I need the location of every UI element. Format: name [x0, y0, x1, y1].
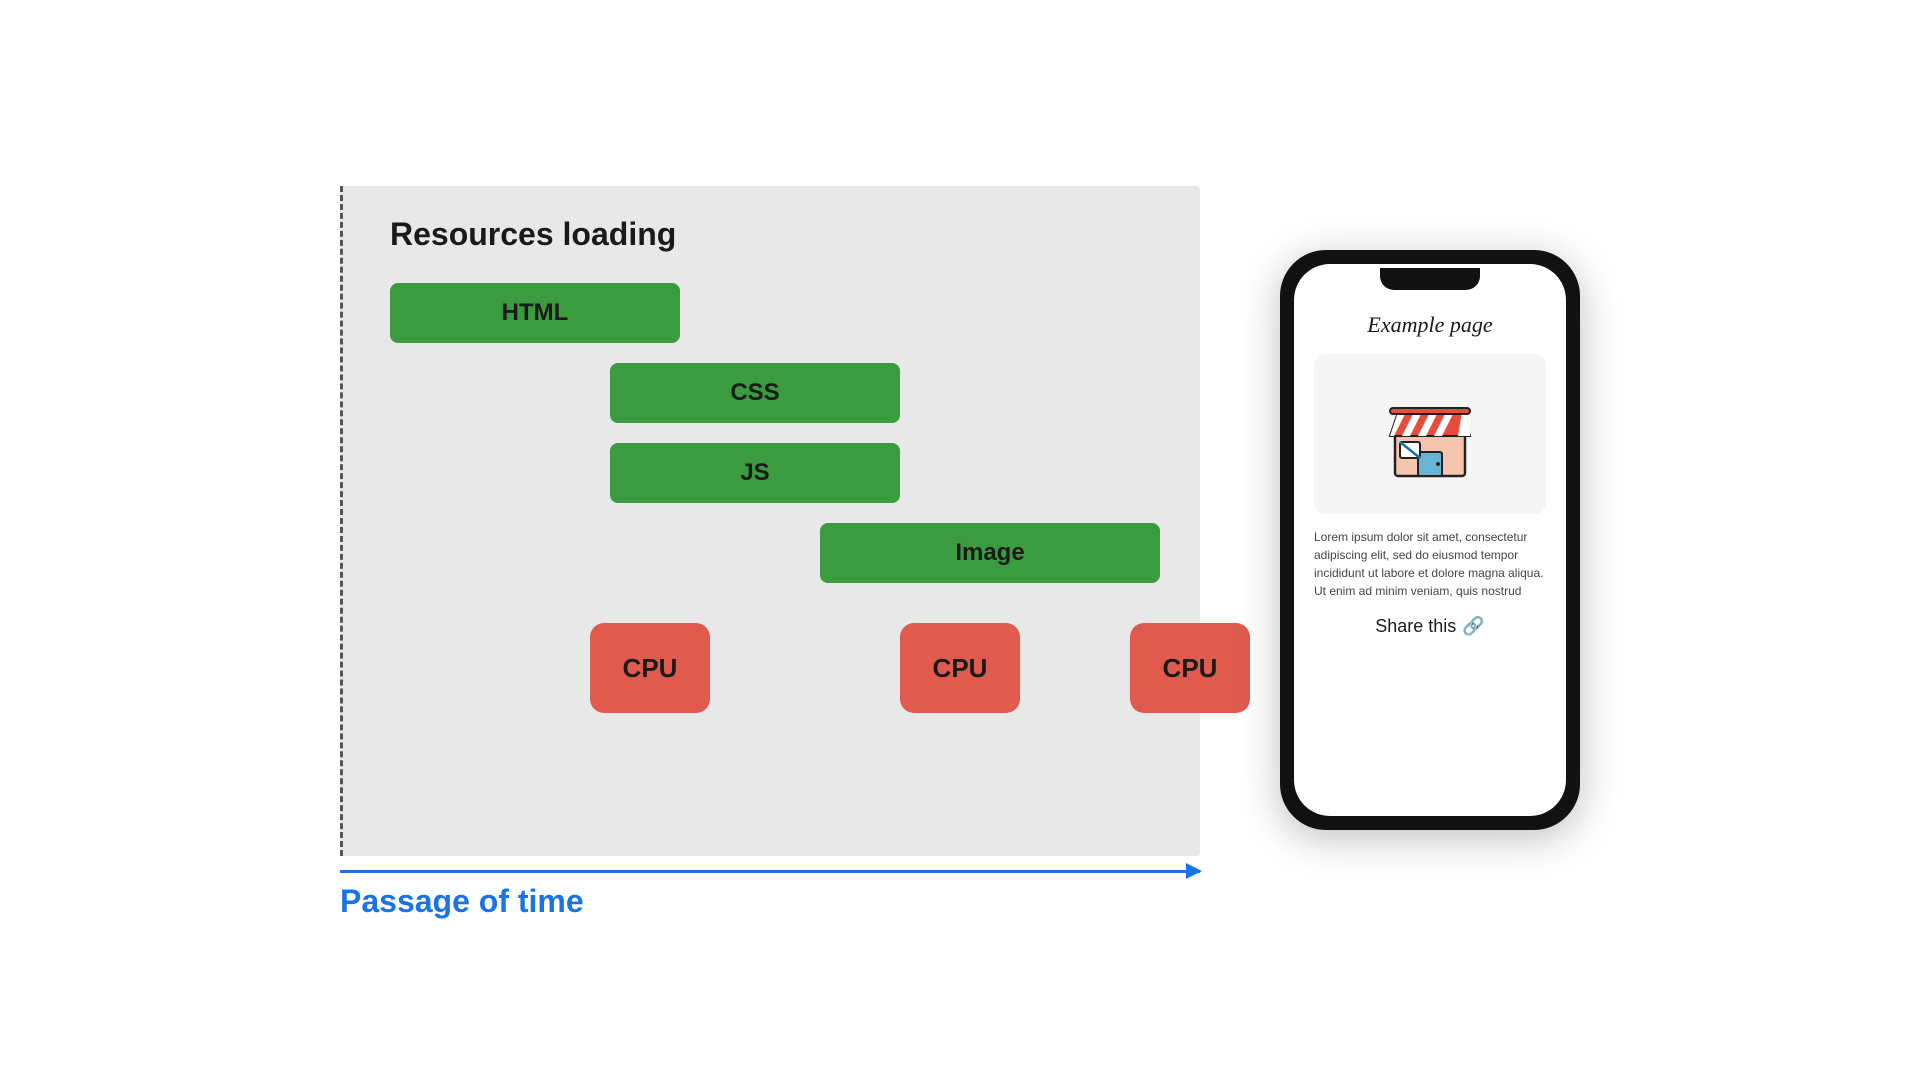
phone-screen: Example page	[1294, 264, 1566, 816]
time-arrow	[340, 870, 1200, 873]
cpu-label-1: CPU	[623, 653, 678, 684]
cpu-label-2: CPU	[933, 653, 988, 684]
css-bar: CSS	[610, 363, 900, 423]
html-bar: HTML	[390, 283, 680, 343]
share-label: Share this	[1375, 616, 1456, 637]
phone-title: Example page	[1367, 312, 1492, 338]
phone-body-text: Lorem ipsum dolor sit amet, consectetur …	[1314, 528, 1546, 600]
dashed-left-border	[340, 186, 343, 856]
time-label: Passage of time	[340, 883, 1200, 920]
cpu-box-2: CPU	[900, 623, 1020, 713]
image-bar: Image	[820, 523, 1160, 583]
phone-notch	[1380, 268, 1480, 290]
cpu-box-3: CPU	[1130, 623, 1250, 713]
resources-area: HTML CSS JS Image CPU CPU CPU	[390, 283, 1190, 743]
html-label: HTML	[502, 299, 569, 327]
share-row[interactable]: Share this 🔗	[1375, 616, 1484, 637]
link-icon: 🔗	[1462, 616, 1484, 637]
css-label: CSS	[730, 379, 779, 407]
diagram-title: Resources loading	[390, 216, 1170, 253]
diagram-container: Resources loading HTML CSS JS Image CPU	[340, 160, 1200, 920]
cpu-label-3: CPU	[1163, 653, 1218, 684]
image-label: Image	[955, 539, 1024, 567]
js-label: JS	[740, 459, 769, 487]
js-bar: JS	[610, 443, 900, 503]
phone-image-card	[1314, 354, 1546, 514]
phone-container: Example page	[1280, 250, 1580, 830]
store-icon	[1380, 384, 1480, 484]
diagram-box: Resources loading HTML CSS JS Image CPU	[340, 186, 1200, 856]
phone-frame: Example page	[1280, 250, 1580, 830]
time-axis	[340, 870, 1200, 873]
cpu-box-1: CPU	[590, 623, 710, 713]
